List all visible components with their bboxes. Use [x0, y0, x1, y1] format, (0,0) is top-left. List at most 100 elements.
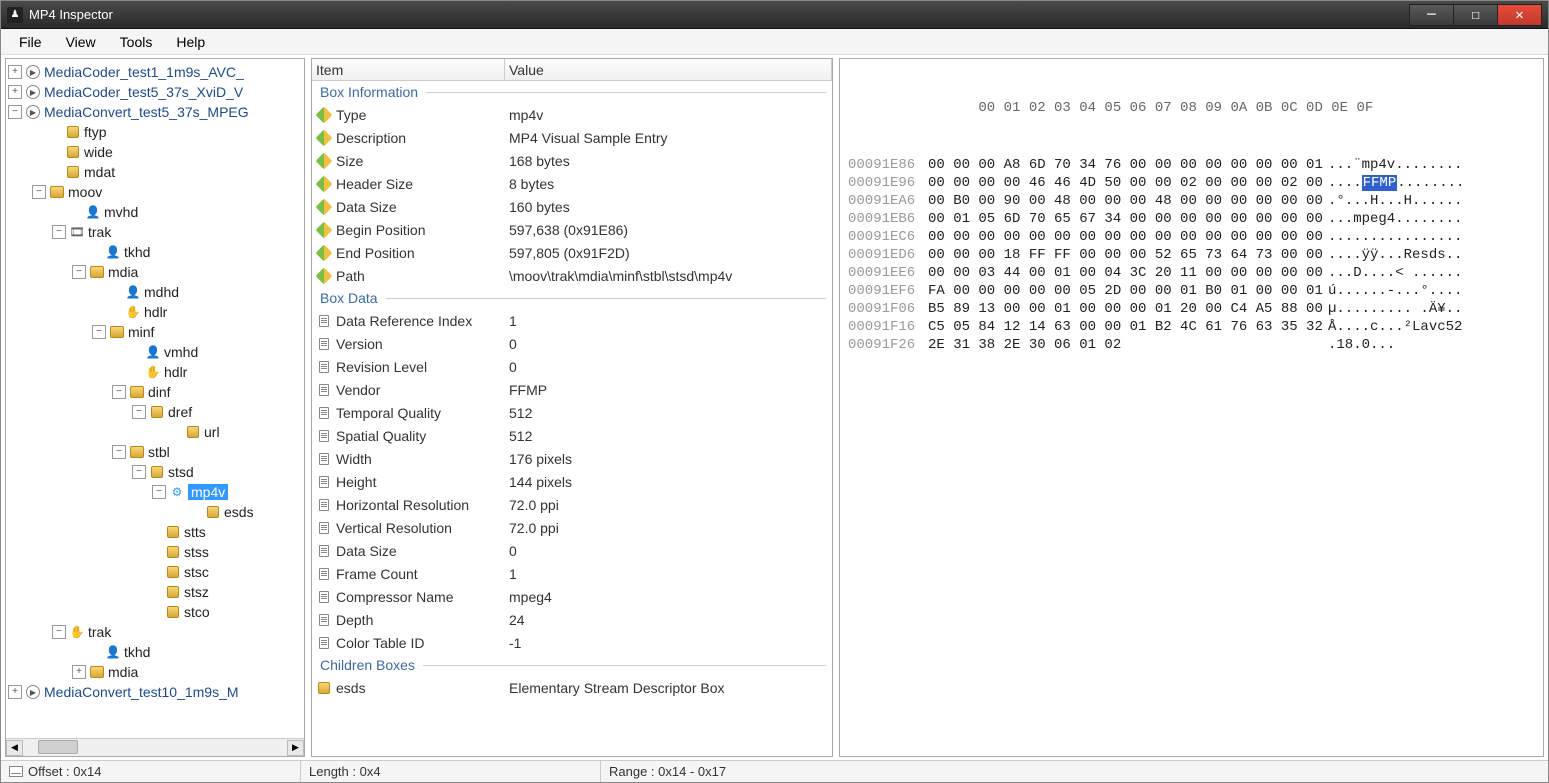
tree-file[interactable]: +▶MediaConvert_test10_1m9s_M	[6, 682, 304, 702]
detail-row[interactable]: Horizontal Resolution72.0 ppi	[312, 493, 832, 516]
tree-node-stsd[interactable]: −stsd	[6, 462, 304, 482]
collapse-icon[interactable]: −	[8, 105, 22, 119]
menu-file[interactable]: File	[9, 31, 52, 53]
menu-tools[interactable]: Tools	[110, 31, 163, 53]
hex-row[interactable]: 00091EB600 01 05 6D 70 65 67 34 00 00 00…	[848, 210, 1535, 228]
collapse-icon[interactable]: −	[132, 465, 146, 479]
collapse-icon[interactable]: −	[152, 485, 166, 499]
tree-node-minf[interactable]: −minf	[6, 322, 304, 342]
detail-row[interactable]: Frame Count1	[312, 562, 832, 585]
box-icon	[167, 586, 179, 598]
tree-node-tkhd[interactable]: 👤tkhd	[6, 642, 304, 662]
detail-row[interactable]: Vertical Resolution72.0 ppi	[312, 516, 832, 539]
detail-row[interactable]: Revision Level0	[312, 355, 832, 378]
tree-node-hdlr[interactable]: ✋hdlr	[6, 362, 304, 382]
hex-row[interactable]: 00091F06B5 89 13 00 00 01 00 00 00 01 20…	[848, 300, 1535, 318]
detail-row[interactable]: VendorFFMP	[312, 378, 832, 401]
tree-node-stbl[interactable]: −stbl	[6, 442, 304, 462]
tree-node-stss[interactable]: stss	[6, 542, 304, 562]
column-value[interactable]: Value	[505, 59, 832, 80]
collapse-icon[interactable]: −	[132, 405, 146, 419]
tree-node-moov[interactable]: −moov	[6, 182, 304, 202]
scroll-right-button[interactable]: ▶	[287, 740, 304, 756]
tree-node-esds[interactable]: esds	[6, 502, 304, 522]
detail-row[interactable]: Height144 pixels	[312, 470, 832, 493]
expand-icon[interactable]: +	[8, 685, 22, 699]
maximize-button[interactable]: ☐	[1453, 4, 1498, 26]
close-button[interactable]: ✕	[1497, 4, 1542, 26]
collapse-icon[interactable]: −	[92, 325, 106, 339]
detail-row[interactable]: Data Size160 bytes	[312, 195, 832, 218]
detail-row[interactable]: Data Reference Index1	[312, 309, 832, 332]
detail-row[interactable]: Data Size0	[312, 539, 832, 562]
expand-icon[interactable]: +	[8, 85, 22, 99]
tree-node-mdia[interactable]: +mdia	[6, 662, 304, 682]
details-body[interactable]: Box Information Typemp4v DescriptionMP4 …	[312, 81, 832, 756]
expand-icon[interactable]: +	[8, 65, 22, 79]
detail-row[interactable]: Color Table ID-1	[312, 631, 832, 654]
tree-file[interactable]: +▶MediaCoder_test5_37s_XviD_V	[6, 82, 304, 102]
tree-node-mdia[interactable]: −mdia	[6, 262, 304, 282]
hex-row[interactable]: 00091E9600 00 00 00 46 46 4D 50 00 00 02…	[848, 174, 1535, 192]
detail-row[interactable]: Header Size8 bytes	[312, 172, 832, 195]
hex-row[interactable]: 00091E8600 00 00 A8 6D 70 34 76 00 00 00…	[848, 156, 1535, 174]
collapse-icon[interactable]: −	[52, 225, 66, 239]
tree-node-hdlr[interactable]: ✋hdlr	[6, 302, 304, 322]
scroll-thumb[interactable]	[38, 740, 78, 754]
tree-node-url[interactable]: url	[6, 422, 304, 442]
tree-node-mvhd[interactable]: 👤mvhd	[6, 202, 304, 222]
hex-row[interactable]: 00091EC600 00 00 00 00 00 00 00 00 00 00…	[848, 228, 1535, 246]
hex-row[interactable]: 00091F16C5 05 84 12 14 63 00 00 01 B2 4C…	[848, 318, 1535, 336]
detail-row[interactable]: Size168 bytes	[312, 149, 832, 172]
hex-row[interactable]: 00091F262E 31 38 2E 30 06 01 02.18.0...	[848, 336, 1535, 354]
column-item[interactable]: Item	[312, 59, 505, 80]
tree-node-mdat[interactable]: mdat	[6, 162, 304, 182]
clipboard-icon	[319, 568, 329, 580]
minimize-button[interactable]: ─	[1409, 4, 1454, 26]
scroll-left-button[interactable]: ◀	[6, 740, 23, 756]
detail-row[interactable]: Typemp4v	[312, 103, 832, 126]
tree-node-mp4v[interactable]: −⚙mp4v	[6, 482, 304, 502]
detail-row[interactable]: Version0	[312, 332, 832, 355]
tree-file[interactable]: −▶MediaConvert_test5_37s_MPEG	[6, 102, 304, 122]
tree-node-dinf[interactable]: −dinf	[6, 382, 304, 402]
tree-node-trak[interactable]: −✋trak	[6, 622, 304, 642]
tree-file[interactable]: +▶MediaCoder_test1_1m9s_AVC_	[6, 62, 304, 82]
hex-row[interactable]: 00091EF6FA 00 00 00 00 00 05 2D 00 00 01…	[848, 282, 1535, 300]
detail-row[interactable]: Width176 pixels	[312, 447, 832, 470]
menu-view[interactable]: View	[56, 31, 106, 53]
collapse-icon[interactable]: −	[112, 445, 126, 459]
detail-row[interactable]: Spatial Quality512	[312, 424, 832, 447]
hex-row[interactable]: 00091ED600 00 00 18 FF FF 00 00 00 52 65…	[848, 246, 1535, 264]
collapse-icon[interactable]: −	[32, 185, 46, 199]
hex-row[interactable]: 00091EA600 B0 00 90 00 48 00 00 00 48 00…	[848, 192, 1535, 210]
tree-node-dref[interactable]: −dref	[6, 402, 304, 422]
tree-node-stts[interactable]: stts	[6, 522, 304, 542]
detail-row[interactable]: Depth24	[312, 608, 832, 631]
detail-row[interactable]: DescriptionMP4 Visual Sample Entry	[312, 126, 832, 149]
tree-node-vmhd[interactable]: 👤vmhd	[6, 342, 304, 362]
tree-node-mdhd[interactable]: 👤mdhd	[6, 282, 304, 302]
horizontal-scrollbar[interactable]: ◀ ▶	[6, 738, 304, 756]
collapse-icon[interactable]: −	[52, 625, 66, 639]
tree-node-wide[interactable]: wide	[6, 142, 304, 162]
tree-node-ftyp[interactable]: ftyp	[6, 122, 304, 142]
tree-node-stsz[interactable]: stsz	[6, 582, 304, 602]
collapse-icon[interactable]: −	[112, 385, 126, 399]
detail-row[interactable]: Path\moov\trak\mdia\minf\stbl\stsd\mp4v	[312, 264, 832, 287]
expand-icon[interactable]: +	[72, 665, 86, 679]
hex-panel[interactable]: 00 01 02 03 04 05 06 07 08 09 0A 0B 0C 0…	[839, 58, 1544, 757]
tree-node-stco[interactable]: stco	[6, 602, 304, 622]
collapse-icon[interactable]: −	[72, 265, 86, 279]
detail-row[interactable]: Begin Position597,638 (0x91E86)	[312, 218, 832, 241]
tree-node-trak[interactable]: −🎞trak	[6, 222, 304, 242]
tree-node-tkhd[interactable]: 👤tkhd	[6, 242, 304, 262]
tree-body[interactable]: +▶MediaCoder_test1_1m9s_AVC_ +▶MediaCode…	[6, 59, 304, 738]
tree-node-stsc[interactable]: stsc	[6, 562, 304, 582]
detail-row[interactable]: Temporal Quality512	[312, 401, 832, 424]
menu-help[interactable]: Help	[166, 31, 215, 53]
detail-row[interactable]: esdsElementary Stream Descriptor Box	[312, 676, 832, 699]
detail-row[interactable]: Compressor Namempeg4	[312, 585, 832, 608]
hex-row[interactable]: 00091EE600 00 03 44 00 01 00 04 3C 20 11…	[848, 264, 1535, 282]
detail-row[interactable]: End Position597,805 (0x91F2D)	[312, 241, 832, 264]
